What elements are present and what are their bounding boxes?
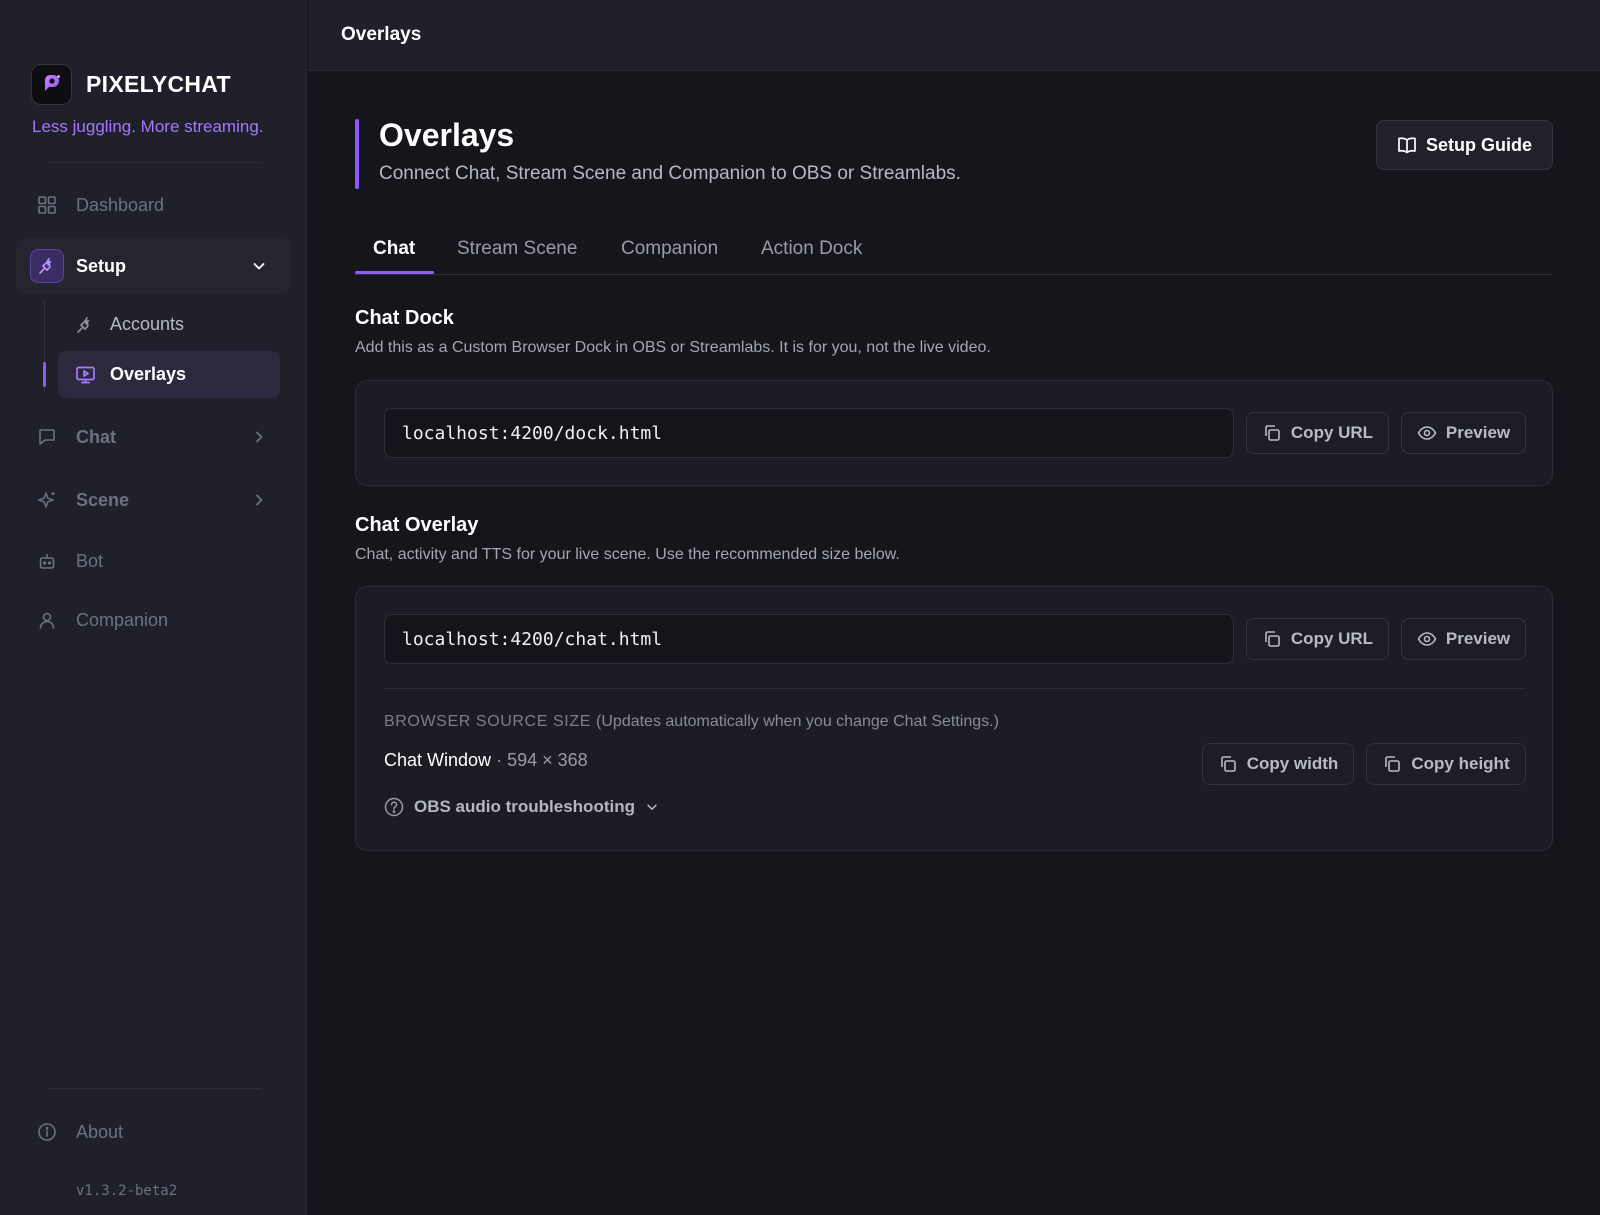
- copy-url-label: Copy URL: [1290, 423, 1374, 442]
- sidebar-item-label: About: [76, 1121, 124, 1142]
- chat-overlay-description: Chat, activity and TTS for your live sce…: [355, 546, 900, 563]
- tab-stream-scene[interactable]: Stream Scene: [457, 223, 577, 275]
- copy-height-label: Copy height: [1411, 754, 1510, 773]
- chevron-right-icon: [251, 429, 267, 445]
- grid-icon: [30, 188, 64, 222]
- chat-dock-copy-url-button[interactable]: Copy URL: [1246, 412, 1389, 454]
- topbar-title: Overlays: [341, 24, 422, 45]
- obs-audio-troubleshooting-label: OBS audio troubleshooting: [414, 797, 635, 816]
- chat-window-size: Chat Window · 594 × 368: [384, 750, 588, 771]
- chevron-down-icon: [645, 800, 659, 814]
- sidebar-divider-top: [48, 162, 260, 163]
- chat-dock-url-input[interactable]: [384, 408, 1234, 458]
- sidebar-item-dashboard[interactable]: Dashboard: [16, 177, 291, 233]
- tab-chat[interactable]: Chat: [373, 223, 415, 275]
- copy-icon: [1262, 629, 1282, 649]
- sidebar-subitem-label: Overlays: [110, 364, 187, 384]
- chat-overlay-title: Chat Overlay: [355, 514, 479, 536]
- chat-overlay-url-input[interactable]: [384, 614, 1234, 664]
- sidebar-item-setup[interactable]: Setup: [16, 238, 291, 294]
- chat-dock-description: Add this as a Custom Browser Dock in OBS…: [355, 339, 991, 356]
- book-open-icon: [1397, 136, 1417, 154]
- monitor-play-icon: [74, 365, 96, 385]
- tab-action-dock[interactable]: Action Dock: [761, 223, 862, 275]
- sidebar-item-about[interactable]: About: [16, 1104, 291, 1160]
- brand[interactable]: PIXELYCHAT: [31, 64, 231, 105]
- sidebar: PIXELYCHAT Less juggling. More streaming…: [0, 0, 307, 1215]
- page-subtitle: Connect Chat, Stream Scene and Companion…: [379, 163, 961, 184]
- chat-dock-card: Copy URL Preview: [355, 380, 1553, 486]
- sidebar-item-bot[interactable]: Bot: [16, 533, 291, 589]
- chat-overlay-preview-button[interactable]: Preview: [1401, 618, 1526, 660]
- sidebar-subitem-overlays[interactable]: Overlays: [58, 351, 280, 398]
- sidebar-item-label: Dashboard: [76, 194, 165, 215]
- browser-source-size-note: (Updates automatically when you change C…: [596, 713, 999, 730]
- active-tab-indicator: [355, 271, 434, 274]
- chat-overlay-copy-url-button[interactable]: Copy URL: [1246, 618, 1389, 660]
- chat-dock-preview-button[interactable]: Preview: [1401, 412, 1526, 454]
- app-version: v1.3.2-beta2: [76, 1183, 178, 1199]
- sidebar-subitem-label: Accounts: [110, 314, 185, 334]
- size-separator: ·: [496, 750, 503, 770]
- obs-audio-troubleshooting-toggle[interactable]: OBS audio troubleshooting: [384, 797, 659, 817]
- message-square-icon: [30, 420, 64, 454]
- sidebar-subitem-accounts[interactable]: Accounts: [58, 301, 280, 348]
- overlay-tabs: Chat Stream Scene Companion Action Dock: [355, 223, 1553, 275]
- chat-overlay-card: Copy URL Preview BROWSER SOURCE SIZE (Up…: [355, 586, 1553, 851]
- chevron-right-icon: [251, 492, 267, 508]
- help-circle-icon: [384, 797, 404, 817]
- copy-icon: [1382, 754, 1402, 774]
- topbar: Overlays: [308, 0, 1600, 71]
- chat-dock-title: Chat Dock: [355, 307, 454, 329]
- page-title: Overlays: [379, 117, 515, 153]
- bot-icon: [30, 544, 64, 578]
- chat-window-name: Chat Window: [384, 750, 492, 770]
- app-name: PIXELYCHAT: [86, 71, 231, 97]
- sparkles-icon: [30, 483, 64, 517]
- plug-icon: [74, 315, 96, 335]
- eye-icon: [1417, 630, 1437, 648]
- sidebar-item-chat[interactable]: Chat: [16, 409, 291, 465]
- sidebar-item-label: Setup: [76, 255, 127, 276]
- preview-label: Preview: [1445, 629, 1511, 648]
- chat-window-dimensions: 594 × 368: [507, 750, 588, 770]
- pixelychat-logo-icon: [31, 64, 72, 105]
- copy-icon: [1262, 423, 1282, 443]
- sidebar-item-label: Chat: [76, 426, 116, 447]
- user-icon: [30, 603, 64, 637]
- eye-icon: [1417, 424, 1437, 442]
- setup-guide-label: Setup Guide: [1425, 134, 1532, 155]
- page-title-accent: [355, 119, 359, 189]
- sidebar-item-companion[interactable]: Companion: [16, 592, 291, 648]
- copy-icon: [1218, 754, 1238, 774]
- browser-source-size-heading: BROWSER SOURCE SIZE: [384, 713, 591, 730]
- copy-height-button[interactable]: Copy height: [1366, 743, 1526, 785]
- chevron-down-icon: [251, 258, 267, 274]
- copy-url-label: Copy URL: [1290, 629, 1374, 648]
- copy-width-button[interactable]: Copy width: [1202, 743, 1354, 785]
- copy-width-label: Copy width: [1246, 754, 1339, 773]
- browser-source-size-label: BROWSER SOURCE SIZE (Updates automatical…: [384, 713, 999, 731]
- sidebar-item-label: Scene: [76, 489, 130, 510]
- setup-guide-button[interactable]: Setup Guide: [1376, 120, 1553, 170]
- info-icon: [30, 1115, 64, 1149]
- tab-companion[interactable]: Companion: [621, 223, 718, 275]
- plug-icon: [30, 249, 64, 283]
- sidebar-item-label: Companion: [76, 609, 169, 630]
- sidebar-item-scene[interactable]: Scene: [16, 472, 291, 528]
- app-tagline: Less juggling. More streaming.: [32, 117, 264, 136]
- sidebar-item-label: Bot: [76, 550, 104, 571]
- preview-label: Preview: [1445, 423, 1511, 442]
- card-divider: [384, 688, 1526, 689]
- subitem-active-indicator: [43, 362, 46, 387]
- sidebar-divider-bottom: [48, 1088, 260, 1089]
